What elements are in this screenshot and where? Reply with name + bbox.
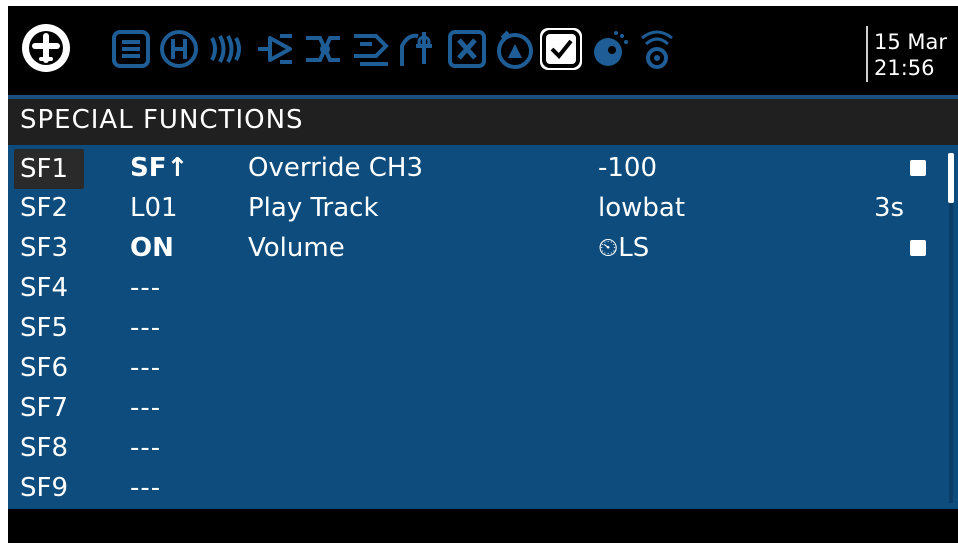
tab-heli[interactable] [158,28,200,70]
tab-flight-modes[interactable] [206,28,248,70]
function-parameter[interactable]: ⏲LS [598,233,649,264]
tab-logical-switches[interactable] [494,28,536,70]
helicopter-h-icon [160,30,198,68]
function-row[interactable]: SF3 ON Volume ⏲LS [8,229,958,269]
tab-mixes[interactable] [302,28,344,70]
time-display: 21:56 [874,56,935,80]
custom-scripts-icon [594,31,628,66]
telemetry-icon [641,30,673,69]
function-row[interactable]: SF6 --- [8,349,958,389]
special-functions-list: SF1 SF↑ Override CH3 -100 SF2 L01 Play Track lo… [8,145,958,509]
tab-curves[interactable] [398,28,440,70]
curves-icon [400,32,432,66]
date-display: 15 Mar [874,30,948,54]
model-menu-button[interactable] [22,24,70,72]
function-row[interactable]: SF2 L01 Play Track lowbat 3s [8,189,958,229]
function-parameter[interactable]: lowbat [598,193,685,223]
tab-outputs[interactable] [350,28,392,70]
function-switch[interactable]: SF↑ [130,153,188,183]
scrollbar-track[interactable] [949,158,953,503]
flight-modes-icon [210,35,241,63]
function-row[interactable]: SF5 --- [8,309,958,349]
function-switch[interactable]: L01 [130,193,178,223]
function-action[interactable]: Play Track [248,193,379,223]
list-icon [112,30,150,68]
function-repeat[interactable]: 3s [874,193,904,223]
function-id[interactable]: SF9 [20,473,68,503]
inputs-icon [258,34,292,64]
function-action[interactable]: Override CH3 [248,153,423,183]
scrollbar-thumb[interactable] [948,153,954,203]
enable-checkbox[interactable] [910,160,926,176]
function-switch[interactable]: ON [130,233,174,263]
mixer-icon [306,36,340,62]
outputs-icon [354,34,389,66]
function-row[interactable]: SF1 SF↑ Override CH3 -100 [8,149,958,189]
function-id[interactable]: SF8 [20,433,68,463]
function-id[interactable]: SF5 [20,313,68,343]
bottom-bar [8,509,958,543]
function-row[interactable]: SF9 --- [8,469,958,509]
enable-checkbox[interactable] [910,240,926,256]
function-switch[interactable]: --- [130,433,161,463]
topbar-separator [866,26,868,82]
function-id[interactable]: SF4 [20,273,68,303]
special-functions-icon [542,30,580,68]
function-row[interactable]: SF7 --- [8,389,958,429]
function-switch[interactable]: --- [130,313,161,343]
function-switch[interactable]: --- [130,353,161,383]
airplane-icon [24,26,68,70]
function-id[interactable]: SF3 [20,233,68,263]
tab-custom-scripts[interactable] [588,28,630,70]
radio-screen: 15 Mar 21:56 SPECIAL FUNCTIONS SF1 SF↑ Ove… [8,6,958,543]
tab-special-functions[interactable] [540,28,582,70]
function-action[interactable]: Volume [248,233,345,263]
tab-inputs[interactable] [254,28,296,70]
function-id[interactable]: SF1 [14,149,84,189]
function-switch[interactable]: --- [130,393,161,423]
top-bar: 15 Mar 21:56 [8,6,958,94]
function-id[interactable]: SF2 [20,193,68,223]
tab-checklist[interactable] [110,28,152,70]
function-switch[interactable]: --- [130,473,161,503]
function-switch[interactable]: --- [130,273,161,303]
page-title-bar: SPECIAL FUNCTIONS [8,99,958,145]
function-id[interactable]: SF6 [20,353,68,383]
gvars-icon [448,30,486,68]
function-row[interactable]: SF4 --- [8,269,958,309]
logical-switches-icon [497,30,533,69]
function-row[interactable]: SF8 --- [8,429,958,469]
tab-telemetry[interactable] [636,28,678,70]
page-title: SPECIAL FUNCTIONS [20,105,304,135]
function-parameter[interactable]: -100 [598,153,657,183]
function-id[interactable]: SF7 [20,393,68,423]
tab-gvars[interactable] [446,28,488,70]
